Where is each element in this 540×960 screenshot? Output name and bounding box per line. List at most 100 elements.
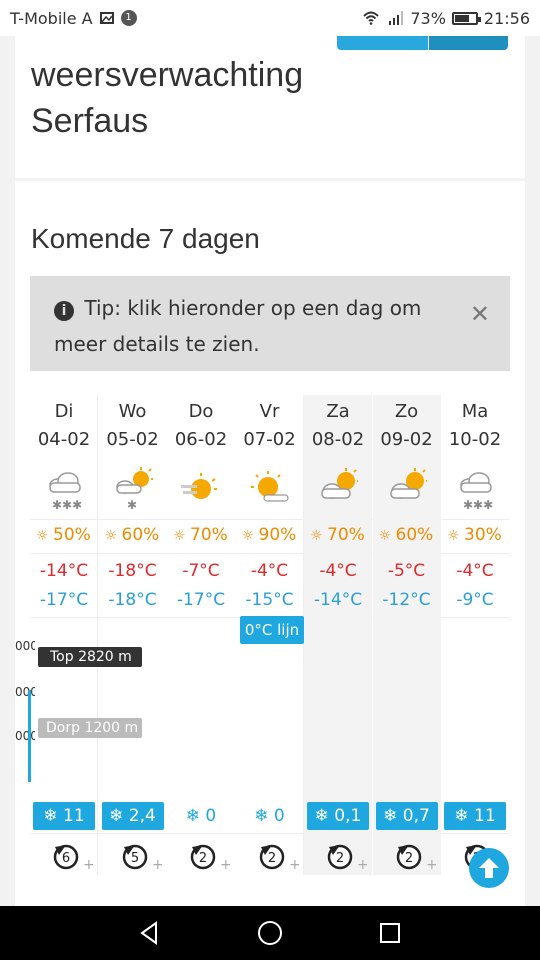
altitude-axis-label: 000 xyxy=(15,685,35,699)
sunshine-percent: ☼ 30% xyxy=(447,525,515,545)
cloud-snow-icon: ✱✱✱ xyxy=(455,467,495,513)
signal-icon xyxy=(389,11,404,25)
snowfall-badge: ❄ 0 xyxy=(239,802,301,830)
sun-small-icon: ☼ xyxy=(36,528,54,544)
max-temperature: -4°C xyxy=(319,561,357,581)
max-temperature: -4°C xyxy=(250,561,289,581)
day-date: 08-02 xyxy=(311,429,365,450)
day-name: Vr xyxy=(259,401,280,422)
day-name: Di xyxy=(54,401,74,422)
sunshine-value: 70% xyxy=(190,525,228,545)
day-date: 09-02 xyxy=(380,429,433,450)
day-name: Zo xyxy=(394,401,419,422)
snowfall-badge: ❄ 11 xyxy=(444,802,506,830)
min-temperature: -12°C xyxy=(382,590,431,610)
svg-text:✱: ✱ xyxy=(127,498,137,512)
min-temperature: -14°C xyxy=(313,590,363,610)
snowfall-value: 11 xyxy=(63,806,85,826)
snowfall-value: 0,1 xyxy=(334,806,362,826)
recents-button[interactable] xyxy=(370,913,410,953)
tip-box: i Tip: klik hieronder op een dag om meer… xyxy=(30,276,510,371)
sunshine-percent: ☼ 50% xyxy=(36,525,104,545)
svg-text:5: 5 xyxy=(130,851,138,866)
svg-text:+: + xyxy=(289,857,299,873)
day-date: 05-02 xyxy=(106,429,159,450)
back-triangle-icon xyxy=(140,921,157,945)
day-name: Za xyxy=(326,401,350,422)
status-left: T-Mobile A 1 xyxy=(10,9,360,28)
scroll-to-top-button[interactable] xyxy=(469,848,509,888)
max-temperature: -18°C xyxy=(108,561,157,581)
cloud-snow-icon: ✱✱✱ xyxy=(44,467,84,513)
snowfall-badge: ❄ 0 xyxy=(170,802,232,830)
max-temperature: -5°C xyxy=(387,561,426,581)
recents-square-icon xyxy=(380,923,400,943)
day-date: 07-02 xyxy=(243,429,296,450)
svg-text:2: 2 xyxy=(267,851,275,866)
sunshine-value: 60% xyxy=(121,525,160,545)
svg-text:2: 2 xyxy=(404,851,412,866)
snowflake-icon: ❄ xyxy=(314,806,335,826)
altitude-axis-label: 000 xyxy=(15,639,35,653)
sun-small-icon: ☼ xyxy=(241,528,259,544)
village-altitude-label: Dorp 1200 m xyxy=(38,718,142,738)
svg-text:2: 2 xyxy=(199,851,207,866)
sun-small-icon: ☼ xyxy=(310,528,328,544)
arrow-up-icon xyxy=(479,858,499,878)
svg-text:✱✱✱: ✱✱✱ xyxy=(463,498,493,512)
min-temperature: -18°C xyxy=(108,590,157,610)
status-bar: T-Mobile A 1 73% 21:56 xyxy=(0,0,540,36)
battery-fill xyxy=(454,14,470,22)
min-temperature: -15°C xyxy=(245,590,294,610)
sun-icon xyxy=(250,467,290,513)
header-tab-button-2[interactable] xyxy=(428,36,508,50)
day-date: 10-02 xyxy=(448,429,502,450)
svg-text:+: + xyxy=(426,857,436,873)
back-button[interactable] xyxy=(130,913,170,953)
status-right: 73% 21:56 xyxy=(360,9,530,28)
snowflake-icon: ❄ xyxy=(383,806,403,826)
home-circle-icon xyxy=(258,921,282,945)
snowflake-icon: ❄ xyxy=(109,806,129,826)
altitude-axis-label: 000 xyxy=(15,729,35,743)
sunshine-value: 30% xyxy=(464,525,502,545)
sun-small-icon: ☼ xyxy=(173,528,191,544)
snowfall-value: 2,4 xyxy=(128,806,156,826)
day-date: 04-02 xyxy=(37,429,91,450)
sunshine-percent: ☼ 60% xyxy=(105,525,173,545)
page-title: weersverwachting Serfaus xyxy=(31,56,304,140)
sun-cloud-icon xyxy=(318,467,358,513)
snowfall-badge: ❄ 0,7 xyxy=(375,802,438,830)
wind-direction-icon: 5 + xyxy=(107,841,175,873)
snowfall-badge: ❄ 2,4 xyxy=(101,802,164,830)
svg-text:+: + xyxy=(83,857,93,873)
day-name: Do xyxy=(188,401,214,422)
home-button[interactable] xyxy=(250,913,290,953)
day-name: Ma xyxy=(461,401,489,422)
snowfall-value: 11 xyxy=(474,806,496,826)
system-nav-bar xyxy=(0,906,540,960)
forecast-heading: Komende 7 dagen xyxy=(31,223,260,254)
sunshine-percent: ☼ 70% xyxy=(173,525,241,545)
carrier-label: T-Mobile A xyxy=(10,8,93,28)
snowfall-value: 0 xyxy=(205,806,217,826)
wind-direction-icon: 2+ xyxy=(312,841,380,873)
close-icon[interactable]: ✕ xyxy=(470,296,490,332)
snowflake-icon: ❄ xyxy=(185,806,206,826)
svg-text:+: + xyxy=(357,857,367,873)
svg-text:+: + xyxy=(220,857,230,873)
sunshine-value: 70% xyxy=(327,525,365,545)
svg-text:+: + xyxy=(152,857,162,873)
sunshine-percent: ☼ 60% xyxy=(379,525,447,545)
min-temperature: -17°C xyxy=(39,590,89,610)
zero-degree-line-badge: 0°C lijn xyxy=(240,616,304,644)
svg-text:✱✱✱: ✱✱✱ xyxy=(52,498,82,512)
sunshine-value: 90% xyxy=(258,525,297,545)
wind-direction-icon: 2+ xyxy=(175,841,243,873)
snowfall-badge: ❄ 0,1 xyxy=(307,802,369,830)
data-saver-icon: 1 xyxy=(120,10,137,26)
max-temperature: -7°C xyxy=(182,561,220,581)
wind-direction-icon: 6 + xyxy=(38,841,106,873)
sun-small-icon: ☼ xyxy=(104,528,122,544)
header-tab-button-1[interactable] xyxy=(337,36,428,50)
